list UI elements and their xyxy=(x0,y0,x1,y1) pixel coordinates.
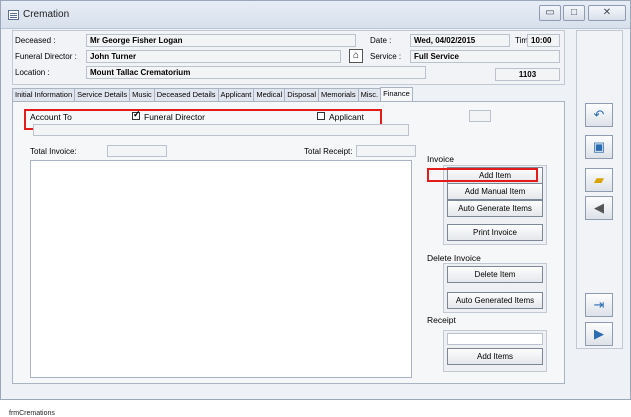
funeral-director-label: Funeral Director : xyxy=(15,52,77,61)
tab-misc[interactable]: Misc. xyxy=(357,88,382,101)
print-invoice-button[interactable]: Print Invoice xyxy=(447,224,543,241)
auto-generate-items-button[interactable]: Auto Generate Items xyxy=(447,200,543,217)
time-field[interactable]: 10:00 xyxy=(527,34,560,47)
deceased-field[interactable]: Mr George Fisher Logan xyxy=(86,34,356,47)
total-receipt-label: Total Receipt: xyxy=(304,147,353,156)
cremation-window: Cremation ▭ □ ✕ Deceased : Mr George Fis… xyxy=(0,0,631,417)
save-icon[interactable]: ▣ xyxy=(585,135,613,159)
close-button[interactable]: ✕ xyxy=(588,5,626,21)
speaker-icon[interactable]: ◀ xyxy=(585,196,613,220)
tab-medical[interactable]: Medical xyxy=(253,88,286,101)
tab-disposal[interactable]: Disposal xyxy=(284,88,319,101)
form-icon xyxy=(8,10,19,20)
date-field[interactable]: Wed, 04/02/2015 xyxy=(410,34,510,47)
service-label: Service : xyxy=(370,52,402,61)
receipt-field[interactable] xyxy=(447,333,543,345)
tab-memorials[interactable]: Memorials xyxy=(318,88,359,101)
finance-panel: Account To Funeral Director Applicant To… xyxy=(12,101,565,384)
record-number: 1103 xyxy=(495,68,560,81)
command-panel: ↶ ▣ ▰ ◀ ⇥ ▶ xyxy=(576,30,623,349)
add-manual-item-button[interactable]: Add Manual Item xyxy=(447,183,543,200)
tab-initial-information[interactable]: Initial Information xyxy=(12,88,76,101)
window-title: Cremation xyxy=(23,9,70,20)
tab-deceased-details[interactable]: Deceased Details xyxy=(153,88,219,101)
total-invoice-field xyxy=(107,145,167,157)
funeral-director-option-label: Funeral Director xyxy=(144,112,205,122)
small-field[interactable] xyxy=(469,110,491,122)
total-invoice-label: Total Invoice: xyxy=(30,147,77,156)
funeral-director-field[interactable]: John Turner xyxy=(86,50,341,63)
total-receipt-field xyxy=(356,145,416,157)
restore-button[interactable]: □ xyxy=(563,5,585,21)
location-label: Location : xyxy=(15,68,50,77)
form-name-status: frmCremations xyxy=(9,410,55,417)
tab-finance[interactable]: Finance xyxy=(380,87,413,101)
tab-strip: Initial Information Service Details Musi… xyxy=(12,87,413,101)
building-icon[interactable]: ⌂ xyxy=(349,49,363,63)
undo-icon[interactable]: ↶ xyxy=(585,103,613,127)
applicant-option-label: Applicant xyxy=(329,112,364,122)
funeral-director-checkbox[interactable] xyxy=(132,109,141,120)
auto-generated-items-button[interactable]: Auto Generated Items xyxy=(447,292,543,309)
account-to-label: Account To xyxy=(30,112,72,122)
header-panel: Deceased : Mr George Fisher Logan Funera… xyxy=(12,30,565,85)
receipt-add-items-button[interactable]: Add Items xyxy=(447,348,543,365)
invoice-section-label: Invoice xyxy=(427,154,454,164)
form-body: Deceased : Mr George Fisher Logan Funera… xyxy=(4,30,627,417)
add-item-highlight xyxy=(427,168,538,182)
next-record-icon[interactable]: ▶ xyxy=(585,322,613,346)
delete-invoice-label: Delete Invoice xyxy=(427,253,481,263)
tab-applicant[interactable]: Applicant xyxy=(217,88,255,101)
account-to-field[interactable] xyxy=(33,124,409,136)
date-label: Date : xyxy=(370,36,392,45)
receipt-label: Receipt xyxy=(427,315,456,325)
location-field[interactable]: Mount Tallac Crematorium xyxy=(86,66,426,79)
service-field[interactable]: Full Service xyxy=(410,50,560,63)
applicant-checkbox[interactable] xyxy=(317,112,325,120)
delete-item-button[interactable]: Delete Item xyxy=(447,266,543,283)
tab-music[interactable]: Music xyxy=(129,88,155,101)
exit-icon[interactable]: ⇥ xyxy=(585,293,613,317)
tab-service-details[interactable]: Service Details xyxy=(74,88,131,101)
title-bar: Cremation ▭ □ ✕ xyxy=(1,1,630,29)
deceased-label: Deceased : xyxy=(15,36,56,45)
folder-icon[interactable]: ▰ xyxy=(585,168,613,192)
minimize-button[interactable]: ▭ xyxy=(539,5,561,21)
invoice-items-list[interactable] xyxy=(30,160,412,378)
